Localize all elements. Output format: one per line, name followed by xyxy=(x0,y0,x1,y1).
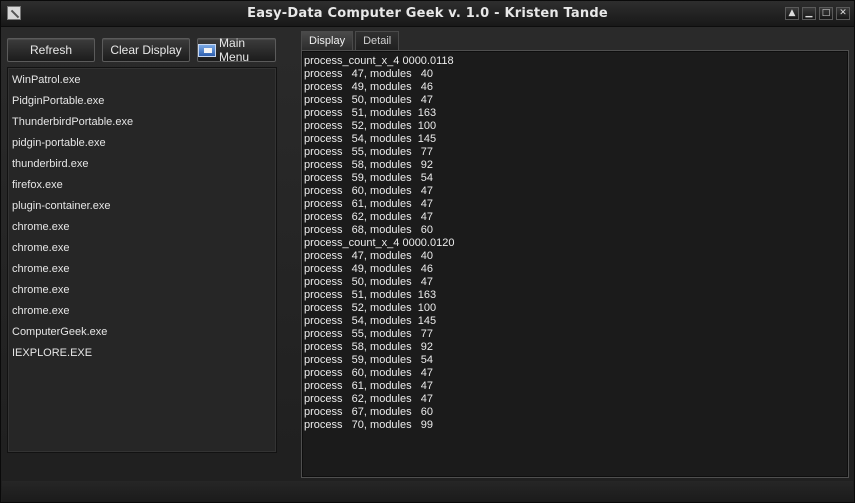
refresh-button-label: Refresh xyxy=(29,43,73,57)
display-output[interactable]: process_count_x_4 0000.0118 process 47, m… xyxy=(301,50,849,478)
rollup-button[interactable]: ▲ xyxy=(785,7,799,20)
output-line: process 49, modules 46 xyxy=(304,263,434,275)
output-line: process 54, modules 145 xyxy=(304,315,437,327)
output-line: process 59, modules 54 xyxy=(304,172,434,184)
close-button[interactable]: ✕ xyxy=(836,7,850,20)
output-line: process_count_x_4 0000.0120 xyxy=(304,237,455,249)
display-lines: process_count_x_4 0000.0118 process 47, m… xyxy=(302,51,848,432)
tab-detail[interactable]: Detail xyxy=(355,31,400,50)
output-line: process 61, modules 47 xyxy=(304,198,434,210)
list-item[interactable]: chrome.exe xyxy=(8,300,276,321)
status-bar xyxy=(2,481,853,502)
window-controls: ▲ ▁ □ ✕ xyxy=(785,7,850,20)
output-line: process 59, modules 54 xyxy=(304,354,434,366)
clear-display-button[interactable]: Clear Display xyxy=(102,38,190,62)
list-item[interactable]: PidginPortable.exe xyxy=(8,90,276,111)
main-menu-icon xyxy=(198,43,217,57)
output-line: process 61, modules 47 xyxy=(304,380,434,392)
output-line: process 68, modules 60 xyxy=(304,224,434,236)
output-line: process 62, modules 47 xyxy=(304,393,434,405)
list-item[interactable]: chrome.exe xyxy=(8,279,276,300)
output-line: process 51, modules 163 xyxy=(304,289,437,301)
process-list[interactable]: WinPatrol.exe PidginPortable.exe Thunder… xyxy=(7,67,277,453)
output-line: process 60, modules 47 xyxy=(304,185,434,197)
output-line: process 47, modules 40 xyxy=(304,68,434,80)
list-item[interactable]: chrome.exe xyxy=(8,258,276,279)
tab-bar: Display Detail xyxy=(301,31,400,50)
output-line: process 50, modules 47 xyxy=(304,276,434,288)
output-line: process_count_x_4 0000.0118 xyxy=(304,55,454,67)
output-line: process 49, modules 46 xyxy=(304,81,434,93)
title-bar[interactable]: Easy-Data Computer Geek v. 1.0 - Kristen… xyxy=(1,1,854,27)
output-line: process 58, modules 92 xyxy=(304,159,434,171)
list-item[interactable]: IEXPLORE.EXE xyxy=(8,342,276,363)
main-menu-button-label: Main Menu xyxy=(219,36,250,64)
output-line: process 55, modules 77 xyxy=(304,146,434,158)
output-line: process 62, modules 47 xyxy=(304,211,434,223)
list-item[interactable]: WinPatrol.exe xyxy=(8,69,276,90)
list-item[interactable]: firefox.exe xyxy=(8,174,276,195)
clear-display-button-label: Clear Display xyxy=(110,43,182,57)
tab-display[interactable]: Display xyxy=(301,31,354,50)
output-line: process 67, modules 60 xyxy=(304,406,434,418)
output-line: process 54, modules 145 xyxy=(304,133,437,145)
output-line: process 60, modules 47 xyxy=(304,367,434,379)
output-line: process 70, modules 99 xyxy=(304,419,434,431)
list-item[interactable]: chrome.exe xyxy=(8,237,276,258)
output-line: process 55, modules 77 xyxy=(304,328,434,340)
output-line: process 58, modules 92 xyxy=(304,341,434,353)
maximize-button[interactable]: □ xyxy=(819,7,833,20)
output-line: process 47, modules 40 xyxy=(304,250,434,262)
list-item[interactable]: ComputerGeek.exe xyxy=(8,321,276,342)
refresh-button[interactable]: Refresh xyxy=(7,38,95,62)
output-line: process 52, modules 100 xyxy=(304,302,437,314)
list-item[interactable]: plugin-container.exe xyxy=(8,195,276,216)
app-window: Easy-Data Computer Geek v. 1.0 - Kristen… xyxy=(0,0,855,503)
minimize-button[interactable]: ▁ xyxy=(802,7,816,20)
list-item[interactable]: ThunderbirdPortable.exe xyxy=(8,111,276,132)
window-title: Easy-Data Computer Geek v. 1.0 - Kristen… xyxy=(247,6,608,21)
output-line: process 51, modules 163 xyxy=(304,107,437,119)
list-item[interactable]: thunderbird.exe xyxy=(8,153,276,174)
list-item[interactable]: chrome.exe xyxy=(8,216,276,237)
list-item[interactable]: pidgin-portable.exe xyxy=(8,132,276,153)
output-line: process 52, modules 100 xyxy=(304,120,437,132)
output-line: process 50, modules 47 xyxy=(304,94,434,106)
main-menu-button[interactable]: Main Menu xyxy=(197,36,276,64)
